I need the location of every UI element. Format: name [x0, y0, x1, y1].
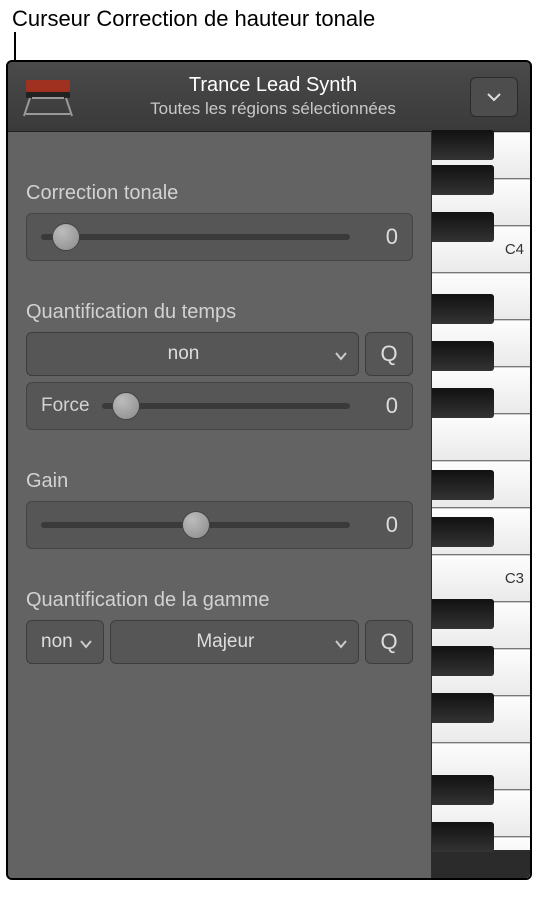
black-key[interactable]	[432, 599, 494, 629]
callout-label: Curseur Correction de hauteur tonale	[12, 6, 375, 32]
black-key[interactable]	[432, 822, 494, 852]
time-quantize-strength-slider[interactable]: Force 0	[26, 382, 413, 430]
black-key[interactable]	[432, 646, 494, 676]
black-key[interactable]	[432, 212, 494, 242]
scale-quantize-apply-button[interactable]: Q	[365, 620, 413, 664]
inspector-panel: Trance Lead Synth Toutes les régions sél…	[6, 60, 532, 880]
header-text: Trance Lead Synth Toutes les régions sél…	[88, 74, 458, 119]
black-key[interactable]	[432, 341, 494, 371]
black-key[interactable]	[432, 470, 494, 500]
time-quantize-select-value: non	[168, 343, 200, 365]
chevron-down-icon	[79, 635, 93, 649]
time-quantize-label: Quantification du temps	[26, 301, 413, 324]
black-key[interactable]	[432, 130, 494, 160]
strength-label: Force	[41, 395, 90, 417]
black-key[interactable]	[432, 165, 494, 195]
gain-value: 0	[362, 512, 398, 538]
piano-keyboard[interactable]: C4 C3	[432, 132, 530, 878]
scale-mode-value: Majeur	[196, 631, 254, 653]
gain-label: Gain	[26, 470, 413, 493]
slider-track	[41, 522, 350, 528]
slider-track	[102, 403, 350, 409]
pitch-correction-value: 0	[362, 224, 398, 250]
keyboard-footer	[432, 850, 530, 878]
instrument-icon	[20, 74, 76, 120]
chevron-down-icon	[334, 635, 348, 649]
time-quantize-select[interactable]: non	[26, 332, 359, 376]
slider-thumb[interactable]	[112, 392, 140, 420]
scale-root-select[interactable]: non	[26, 620, 104, 664]
pitch-correction-slider[interactable]: 0	[26, 213, 413, 261]
region-selection-label: Toutes les régions sélectionnées	[88, 99, 458, 119]
slider-thumb[interactable]	[52, 223, 80, 251]
slider-track	[41, 234, 350, 240]
white-key-c3[interactable]: C3	[432, 555, 530, 602]
white-key[interactable]	[432, 414, 530, 461]
scale-mode-select[interactable]: Majeur	[110, 620, 359, 664]
black-key[interactable]	[432, 693, 494, 723]
gain-slider[interactable]: 0	[26, 501, 413, 549]
scale-root-value: non	[41, 631, 73, 653]
controls-column: Correction tonale 0 Quantification du te…	[8, 132, 432, 878]
black-key[interactable]	[432, 388, 494, 418]
black-key[interactable]	[432, 294, 494, 324]
chevron-down-icon	[483, 86, 505, 108]
chevron-down-icon	[334, 347, 348, 361]
header-dropdown-button[interactable]	[470, 77, 518, 117]
strength-value: 0	[362, 393, 398, 419]
slider-thumb[interactable]	[182, 511, 210, 539]
track-name: Trance Lead Synth	[88, 74, 458, 97]
black-key[interactable]	[432, 775, 494, 805]
inspector-header: Trance Lead Synth Toutes les régions sél…	[8, 62, 530, 132]
pitch-correction-label: Correction tonale	[26, 182, 413, 205]
black-key[interactable]	[432, 517, 494, 547]
time-quantize-apply-button[interactable]: Q	[365, 332, 413, 376]
scale-quantize-label: Quantification de la gamme	[26, 589, 413, 612]
